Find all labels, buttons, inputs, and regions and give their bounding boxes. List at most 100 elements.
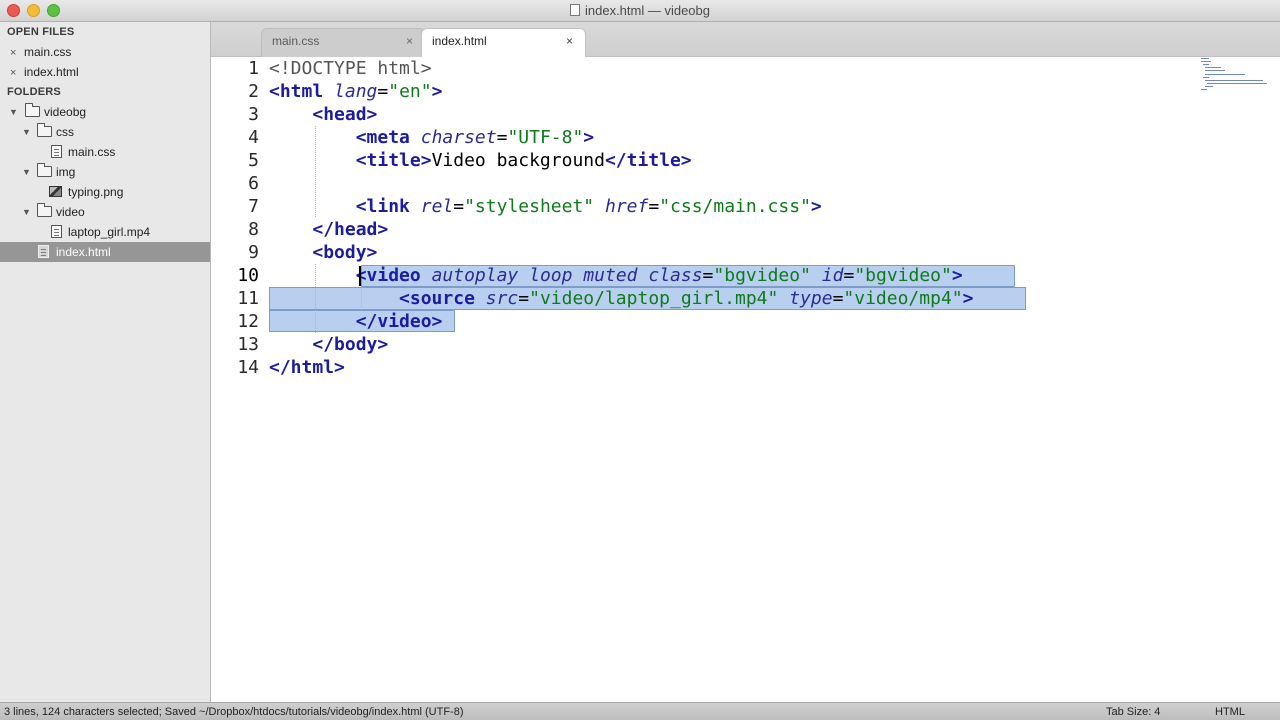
tree-folder-video[interactable]: ▼ video: [0, 202, 210, 222]
minimap-line: [1201, 89, 1207, 90]
attr-value: "video/laptop_girl.mp4": [529, 288, 779, 309]
code-line: <!DOCTYPE html>: [269, 57, 432, 80]
tag-open: <title>: [355, 150, 432, 171]
minimap-line: [1205, 67, 1221, 68]
folder-icon: [25, 103, 40, 117]
code-editor[interactable]: 1 2 3 4 5 6 7 8 9 10 11 12 13 14 <!DOCTY…: [211, 57, 1280, 702]
equals: =: [453, 196, 465, 217]
attr-name: loop: [529, 265, 573, 286]
equals: =: [702, 265, 714, 286]
attr-name: id: [821, 265, 844, 286]
line-number: 12: [237, 311, 259, 332]
tag-close: >: [583, 127, 595, 148]
equals: =: [518, 288, 530, 309]
open-file-main-css[interactable]: × main.css: [0, 42, 210, 62]
tree-file-main-css[interactable]: main.css: [0, 142, 210, 162]
disclosure-triangle-icon[interactable]: ▼: [22, 162, 31, 182]
open-file-label: index.html: [24, 65, 79, 79]
equals: =: [843, 265, 855, 286]
minimap[interactable]: [1199, 57, 1279, 92]
tree-item-label: laptop_girl.mp4: [68, 225, 151, 239]
minimap-line: [1201, 58, 1209, 59]
tree-folder-img[interactable]: ▼ img: [0, 162, 210, 182]
code-line: <link rel="stylesheet" href="css/main.cs…: [269, 195, 822, 218]
tab-index-html[interactable]: index.html ×: [421, 28, 586, 58]
attr-value: "css/main.css": [659, 196, 811, 217]
equals: =: [648, 196, 660, 217]
text-content: Video background: [431, 150, 605, 171]
tree-item-label: css: [56, 125, 74, 139]
tree-folder-css[interactable]: ▼ css: [0, 122, 210, 142]
open-file-label: main.css: [24, 45, 72, 59]
line-number: 4: [248, 127, 259, 148]
doctype: <!DOCTYPE html>: [269, 58, 432, 79]
attr-value: "bgvideo": [713, 265, 811, 286]
tag-open: <source: [399, 288, 475, 309]
disclosure-triangle-icon[interactable]: ▼: [9, 102, 18, 122]
tree-file-index-html[interactable]: index.html: [0, 242, 210, 262]
line-number: 11: [237, 288, 259, 309]
attr-name: muted: [583, 265, 638, 286]
equals: =: [832, 288, 844, 309]
disclosure-triangle-icon[interactable]: ▼: [22, 202, 31, 222]
attr-name: href: [604, 196, 649, 217]
line-number: 6: [248, 173, 259, 194]
minimap-line: [1207, 83, 1267, 84]
tag-open: <html: [269, 81, 324, 102]
code-line: </video>: [269, 310, 443, 333]
syntax-selector[interactable]: HTML: [1215, 703, 1245, 721]
tree-item-label: main.css: [68, 145, 116, 159]
close-icon[interactable]: ×: [10, 43, 24, 63]
line-number: 9: [248, 242, 259, 263]
attr-name: src: [485, 288, 519, 309]
tab-size-selector[interactable]: Tab Size: 4: [1106, 703, 1160, 721]
close-icon[interactable]: ×: [406, 29, 413, 54]
line-number: 13: [237, 334, 259, 355]
file-icon: [38, 245, 49, 258]
line-number-current: 10: [237, 265, 259, 286]
minimap-line: [1205, 80, 1263, 81]
line-number-gutter: 1 2 3 4 5 6 7 8 9 10 11 12 13 14: [211, 57, 259, 702]
tag-open: <video: [355, 265, 421, 286]
folders-heading: FOLDERS: [7, 86, 61, 98]
disclosure-triangle-icon[interactable]: ▼: [22, 122, 31, 142]
line-number: 7: [248, 196, 259, 217]
tag-close: >: [810, 196, 822, 217]
minimap-line: [1205, 70, 1225, 71]
folder-icon: [37, 123, 52, 137]
tree-file-laptop-girl-mp4[interactable]: laptop_girl.mp4: [0, 222, 210, 242]
code-line: </body>: [269, 333, 388, 356]
tab-main-css[interactable]: main.css ×: [261, 28, 426, 57]
open-file-index-html[interactable]: × index.html: [0, 62, 210, 82]
tag-open: <link: [355, 196, 410, 217]
code-line: <body>: [269, 241, 377, 264]
tag-close: </title>: [604, 150, 692, 171]
window-title: index.html — videobg: [0, 3, 1280, 18]
tag-close: >: [431, 81, 443, 102]
attr-name: charset: [420, 127, 497, 148]
line-number: 3: [248, 104, 259, 125]
window-title-text: index.html — videobg: [584, 3, 710, 18]
open-files-heading: OPEN FILES: [7, 26, 75, 38]
attr-value: "UTF-8": [507, 127, 584, 148]
minimap-line: [1203, 77, 1209, 78]
equals: =: [377, 81, 389, 102]
status-message: 3 lines, 124 characters selected; Saved …: [4, 706, 464, 718]
code-line: <title>Video background</title>: [269, 149, 692, 172]
tag-open: <meta: [355, 127, 410, 148]
text-cursor: [359, 266, 361, 286]
code-line: <head>: [269, 103, 377, 126]
attr-name: class: [648, 265, 703, 286]
tag-close: >: [962, 288, 974, 309]
attr-name: rel: [420, 196, 454, 217]
image-file-icon: [49, 186, 62, 197]
attr-value: "stylesheet": [464, 196, 595, 217]
tree-folder-videobg[interactable]: ▼ videobg: [0, 102, 210, 122]
tree-file-typing-png[interactable]: typing.png: [0, 182, 210, 202]
close-icon[interactable]: ×: [10, 63, 24, 83]
close-icon[interactable]: ×: [566, 29, 573, 54]
tag: <body>: [312, 242, 378, 263]
code-line: <video autoplay loop muted class="bgvide…: [269, 264, 963, 287]
line-number: 2: [248, 81, 259, 102]
tab-bar: main.css × index.html ×: [211, 22, 1280, 58]
